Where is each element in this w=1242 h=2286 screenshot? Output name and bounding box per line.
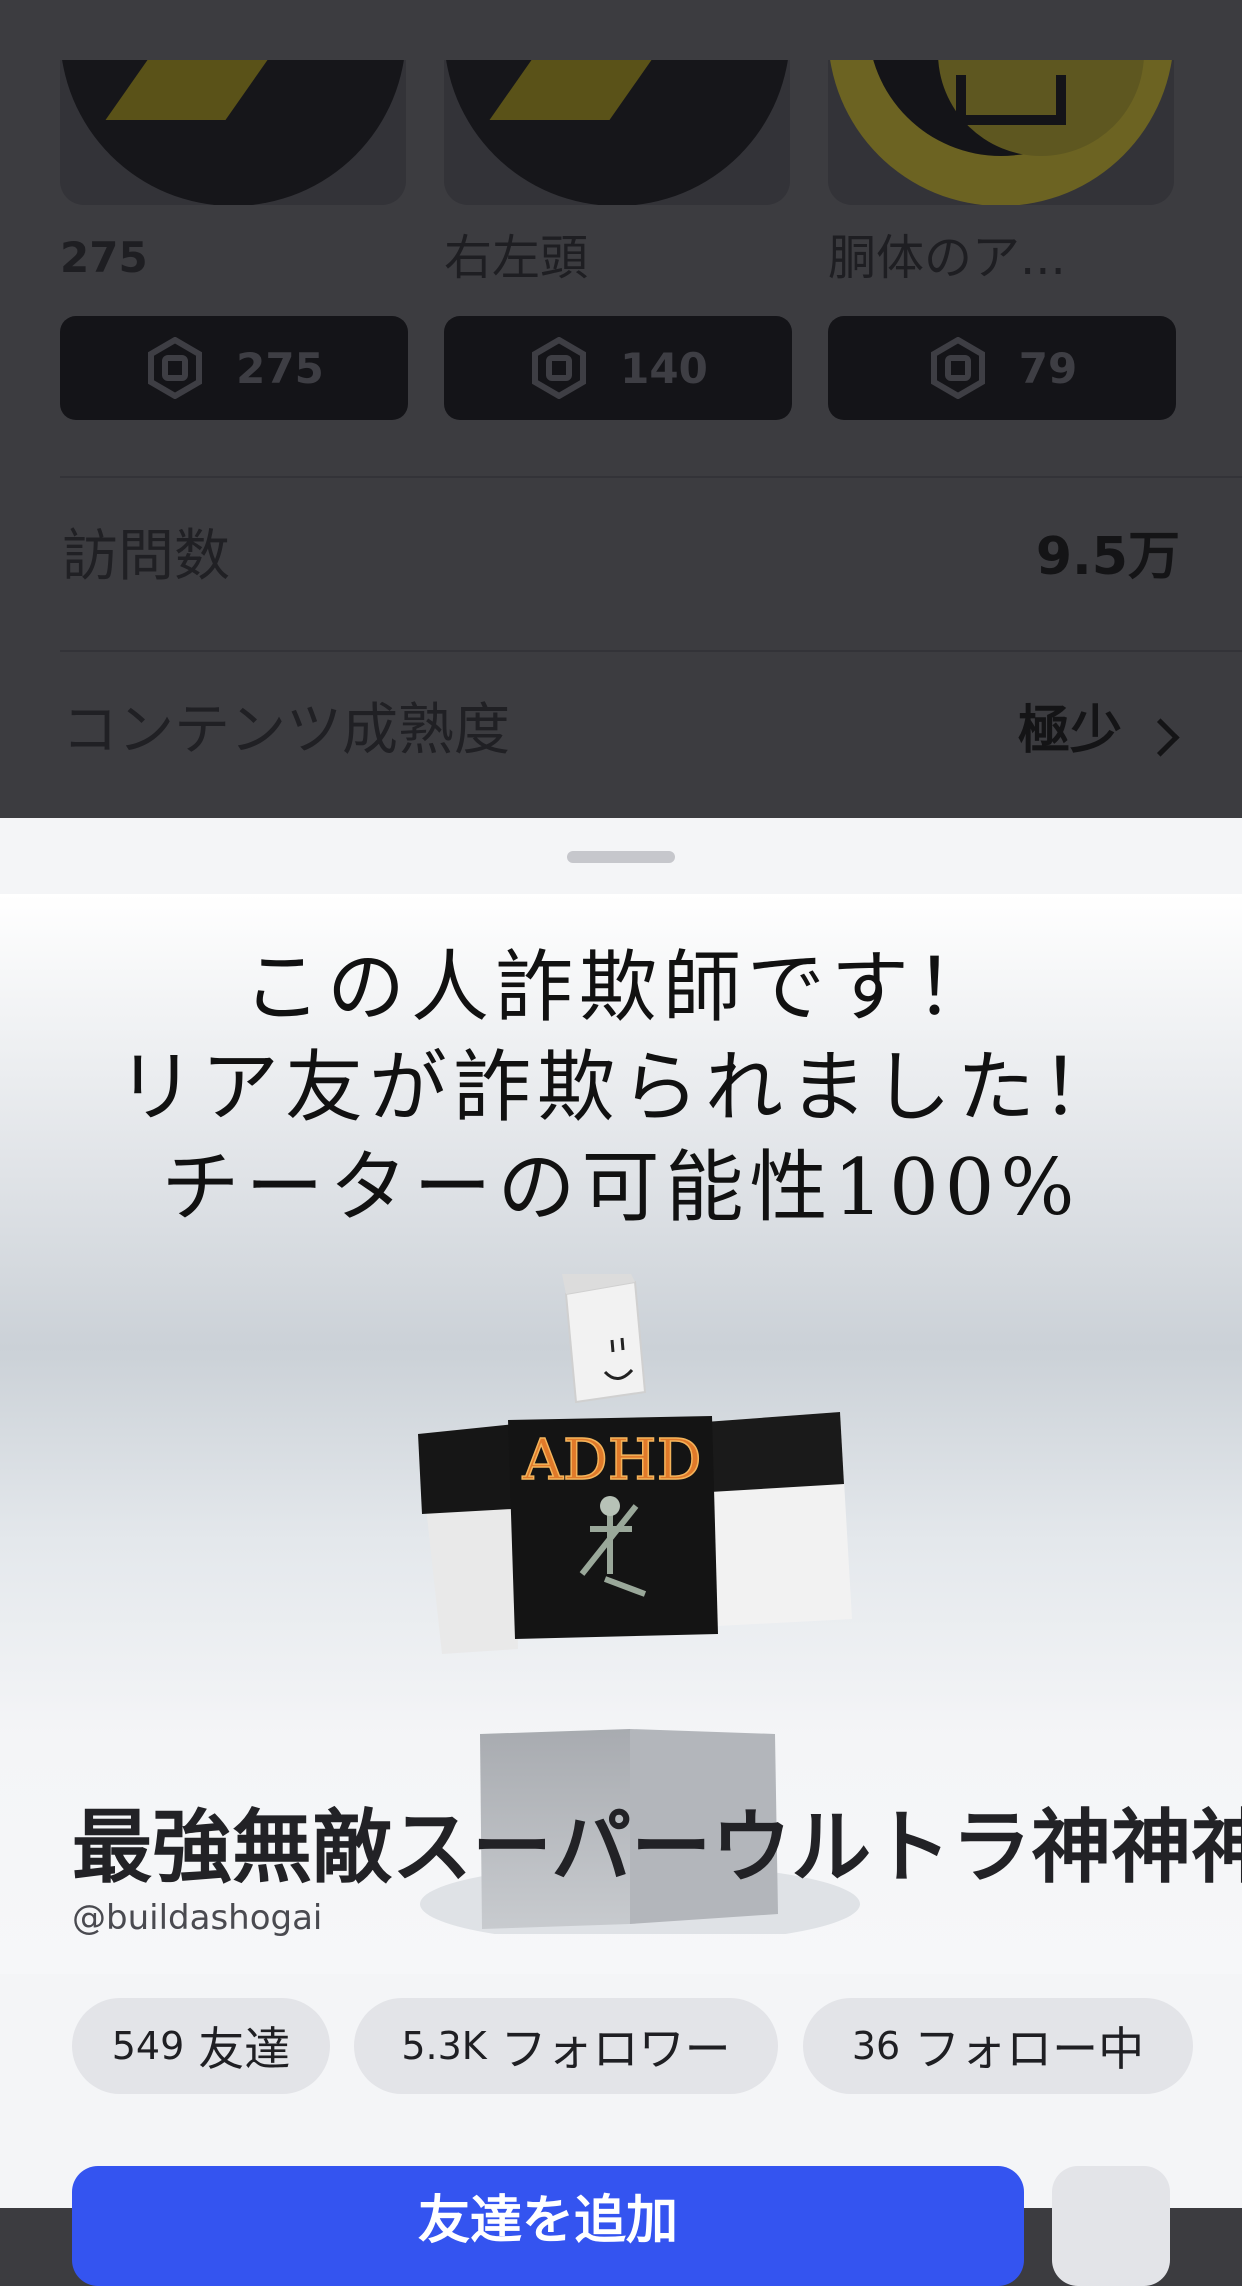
drag-handle[interactable] xyxy=(567,851,675,863)
item-name: 胴体のア... xyxy=(828,230,1066,286)
profile-bottom-sheet: この人詐欺師です！ リア友が詐欺られました！ チーターの可能性100% ADHD… xyxy=(0,818,1242,2286)
following-pill[interactable]: 36 フォロー中 xyxy=(803,1998,1193,2094)
visits-value: 9.5万 xyxy=(1035,527,1180,587)
maturity-value: 極少 xyxy=(1017,701,1122,761)
chevron-right-icon xyxy=(1141,718,1180,757)
profile-hero: この人詐欺師です！ リア友が詐欺られました！ チーターの可能性100% ADHD… xyxy=(0,894,1242,1974)
friends-count: 549 xyxy=(111,2024,185,2068)
buy-button[interactable]: 275 xyxy=(60,316,408,420)
item-thumbnail[interactable] xyxy=(444,60,790,205)
divider xyxy=(60,476,1242,478)
about-text-line: この人詐欺師です！ xyxy=(242,943,999,1033)
followers-pill[interactable]: 5.3K フォロワー xyxy=(354,1998,778,2094)
robux-icon xyxy=(148,337,203,399)
add-friend-button[interactable]: 友達を追加 xyxy=(72,2166,1024,2286)
following-label: フォロー中 xyxy=(914,2022,1145,2076)
price-label: 79 xyxy=(1018,343,1078,393)
price-label: 275 xyxy=(236,343,324,393)
visits-label: 訪問数 xyxy=(62,524,230,589)
followers-count: 5.3K xyxy=(401,2024,487,2068)
item-name: 右左頭 xyxy=(444,230,589,286)
buy-button[interactable]: 140 xyxy=(444,316,792,420)
robux-icon xyxy=(930,337,985,399)
robux-icon xyxy=(532,337,587,399)
about-text-line: チーターの可能性100% xyxy=(161,1143,1081,1233)
followers-label: フォロワー xyxy=(500,2022,731,2076)
friends-pill[interactable]: 549 友達 xyxy=(72,1998,330,2094)
item-name: 275 xyxy=(60,233,148,282)
buy-button[interactable]: 79 xyxy=(828,316,1176,420)
item-thumbnail[interactable] xyxy=(828,60,1174,205)
divider xyxy=(60,650,1242,652)
maturity-label: コンテンツ成熟度 xyxy=(62,698,510,763)
friends-label: 友達 xyxy=(198,2022,291,2076)
following-count: 36 xyxy=(851,2024,901,2068)
price-label: 140 xyxy=(620,343,708,393)
avatar-shirt-text: ADHD xyxy=(521,1428,701,1493)
display-name: 最強無敵スーパーウルトラ神神神 xyxy=(72,1801,1242,1894)
username: @buildashogai xyxy=(72,1898,323,1938)
about-text-line: リア友が詐欺られました！ xyxy=(116,1043,1125,1133)
more-options-button[interactable] xyxy=(1052,2166,1170,2286)
dimmed-background: 275 右左頭 胴体のア... 275 140 79 訪問数 9.5万 コンテン… xyxy=(0,0,1242,818)
item-thumbnail[interactable] xyxy=(60,60,406,205)
